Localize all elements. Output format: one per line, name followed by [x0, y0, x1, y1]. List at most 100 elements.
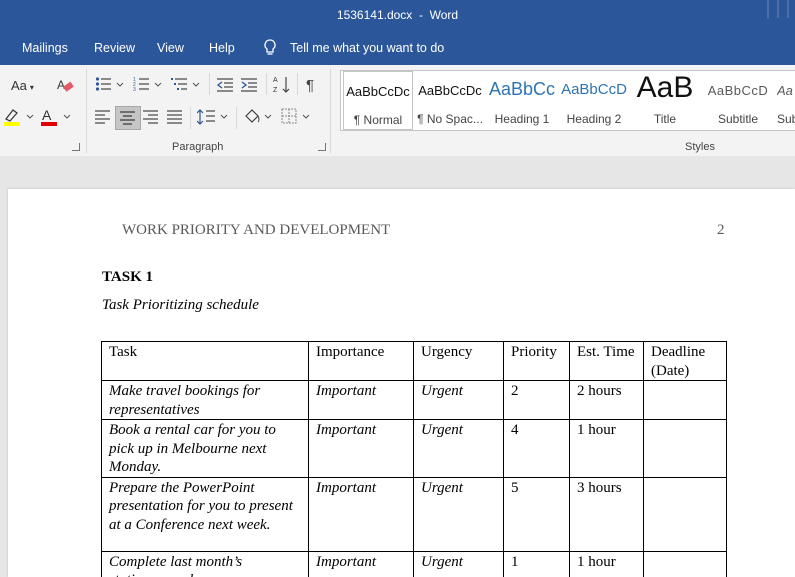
- table-row: Book a rental car for you to pick up in …: [101, 419, 727, 478]
- table-cell[interactable]: [643, 380, 727, 420]
- row-separator: [236, 107, 237, 129]
- ribbon: Aa ▾ A A 123 AZ ¶ Paragraph AaBbCcDc ¶ N…: [0, 65, 795, 157]
- style-sample: AaBbCcD: [561, 81, 627, 98]
- table-cell[interactable]: 2 hours: [569, 380, 644, 420]
- highlight-color-button[interactable]: [3, 107, 37, 132]
- increase-indent-icon[interactable]: [241, 77, 259, 98]
- change-case-button[interactable]: Aa ▾: [11, 78, 34, 93]
- table-cell[interactable]: Important: [308, 419, 414, 478]
- table-cell[interactable]: 1 hour: [569, 419, 644, 478]
- decrease-indent-icon[interactable]: [216, 77, 235, 98]
- font-color-swatch: [41, 122, 57, 126]
- table-cell[interactable]: Complete last month’s stationery order: [101, 550, 309, 577]
- line-spacing-icon[interactable]: [196, 108, 231, 131]
- style-no-spacing[interactable]: AaBbCcDc ¶ No Spac...: [415, 71, 485, 130]
- table-header-cell[interactable]: Deadline (Date): [643, 341, 727, 381]
- svg-text:Z: Z: [273, 87, 278, 94]
- align-right-icon[interactable]: [143, 110, 159, 129]
- numbering-icon[interactable]: 123: [133, 76, 163, 97]
- table-cell[interactable]: [643, 476, 727, 552]
- title-bar: 1536141.docx - Word: [0, 0, 795, 34]
- style-title[interactable]: AaB Title: [631, 71, 699, 130]
- table-cell[interactable]: Make travel bookings for representatives: [101, 380, 309, 420]
- table-cell[interactable]: 3 hours: [569, 476, 644, 552]
- table-cell[interactable]: 5: [503, 476, 570, 552]
- task-heading: TASK 1: [102, 269, 153, 285]
- table-cell[interactable]: 2: [503, 380, 570, 420]
- style-name: Heading 2: [566, 112, 622, 126]
- ribbon-tabs: Mailings Review View Help Tell me what y…: [0, 34, 795, 65]
- table-cell[interactable]: Urgent: [413, 476, 504, 552]
- group-separator: [330, 69, 331, 153]
- highlight-swatch: [4, 122, 20, 126]
- style-heading-1[interactable]: AaBbCc Heading 1: [487, 71, 557, 130]
- table-cell[interactable]: Urgent: [413, 550, 504, 577]
- style-sample: AaBbCcD: [707, 83, 769, 98]
- table-cell[interactable]: [643, 550, 727, 577]
- sort-icon[interactable]: AZ: [273, 75, 291, 100]
- style-sample: AaB: [636, 71, 694, 104]
- table-header-cell[interactable]: Urgency: [413, 341, 504, 381]
- style-heading-2[interactable]: AaBbCcD Heading 2: [559, 71, 629, 130]
- styles-group-label: Styles: [685, 141, 715, 153]
- table-header-cell[interactable]: Priority: [503, 341, 570, 381]
- svg-text:3: 3: [133, 87, 136, 92]
- bullets-icon[interactable]: [95, 76, 125, 97]
- show-formatting-icon[interactable]: ¶: [306, 77, 314, 94]
- styles-gallery: AaBbCcDc ¶ Normal AaBbCcDc ¶ No Spac... …: [340, 70, 795, 131]
- tab-mailings[interactable]: Mailings: [22, 41, 68, 55]
- paragraph-group-label: Paragraph: [172, 141, 224, 153]
- style-sample: AaBbCc: [488, 79, 556, 99]
- justify-icon[interactable]: [167, 110, 183, 129]
- table-cell[interactable]: Urgent: [413, 380, 504, 420]
- font-color-button[interactable]: A: [40, 107, 74, 132]
- borders-icon[interactable]: [281, 108, 315, 131]
- table-cell[interactable]: [643, 419, 727, 478]
- table-header-cell[interactable]: Task: [101, 341, 309, 381]
- row-separator: [297, 73, 298, 95]
- row-separator: [266, 73, 267, 95]
- change-case-label: Aa: [11, 78, 27, 93]
- group-separator: [86, 69, 87, 153]
- svg-text:A: A: [57, 78, 65, 92]
- lightbulb-icon[interactable]: [263, 39, 277, 60]
- style-subtle[interactable]: Aa Sub: [775, 71, 795, 130]
- style-subtitle[interactable]: AaBbCcD Subtitle: [703, 71, 773, 130]
- table-cell[interactable]: Important: [308, 476, 414, 552]
- tab-help[interactable]: Help: [209, 41, 235, 55]
- table-header-cell[interactable]: Importance: [308, 341, 414, 381]
- task-subheading: Task Prioritizing schedule: [102, 297, 259, 313]
- style-name: Title: [653, 112, 677, 126]
- style-name: ¶ Normal: [353, 113, 403, 127]
- task-table[interactable]: Task Importance Urgency Priority Est. Ti…: [101, 341, 727, 577]
- table-cell[interactable]: Book a rental car for you to pick up in …: [101, 419, 309, 478]
- paragraph-dialog-launcher-icon[interactable]: [318, 143, 326, 151]
- table-cell[interactable]: Prepare the PowerPoint presentation for …: [101, 476, 309, 552]
- style-name: Sub: [777, 112, 795, 126]
- table-cell[interactable]: 1: [503, 550, 570, 577]
- table-cell[interactable]: Important: [308, 380, 414, 420]
- style-normal[interactable]: AaBbCcDc ¶ Normal: [343, 71, 413, 130]
- font-dialog-launcher-icon[interactable]: [72, 143, 80, 151]
- table-cell[interactable]: 4: [503, 419, 570, 478]
- table-cell[interactable]: Urgent: [413, 419, 504, 478]
- table-row: Prepare the PowerPoint presentation for …: [101, 476, 727, 552]
- align-center-icon[interactable]: [115, 106, 141, 130]
- window-title: 1536141.docx - Word: [336, 8, 459, 22]
- tell-me-search[interactable]: Tell me what you want to do: [290, 41, 444, 55]
- window-controls[interactable]: [763, 0, 795, 20]
- tab-view[interactable]: View: [157, 41, 184, 55]
- document-page[interactable]: WORK PRIORITY AND DEVELOPMENT 2 TASK 1 T…: [8, 189, 795, 577]
- clear-formatting-icon[interactable]: A: [57, 77, 75, 98]
- table-header-cell[interactable]: Est. Time: [569, 341, 644, 381]
- table-cell[interactable]: Important: [308, 550, 414, 577]
- page-number: 2: [717, 222, 725, 238]
- table-header-row: Task Importance Urgency Priority Est. Ti…: [101, 341, 727, 381]
- multilevel-list-icon[interactable]: [171, 76, 201, 97]
- table-cell[interactable]: 1 hour: [569, 550, 644, 577]
- tab-review[interactable]: Review: [94, 41, 135, 55]
- style-name: Heading 1: [494, 112, 550, 126]
- align-left-icon[interactable]: [95, 110, 111, 129]
- shading-icon[interactable]: [243, 107, 275, 132]
- table-row: Complete last month’s stationery order I…: [101, 550, 727, 577]
